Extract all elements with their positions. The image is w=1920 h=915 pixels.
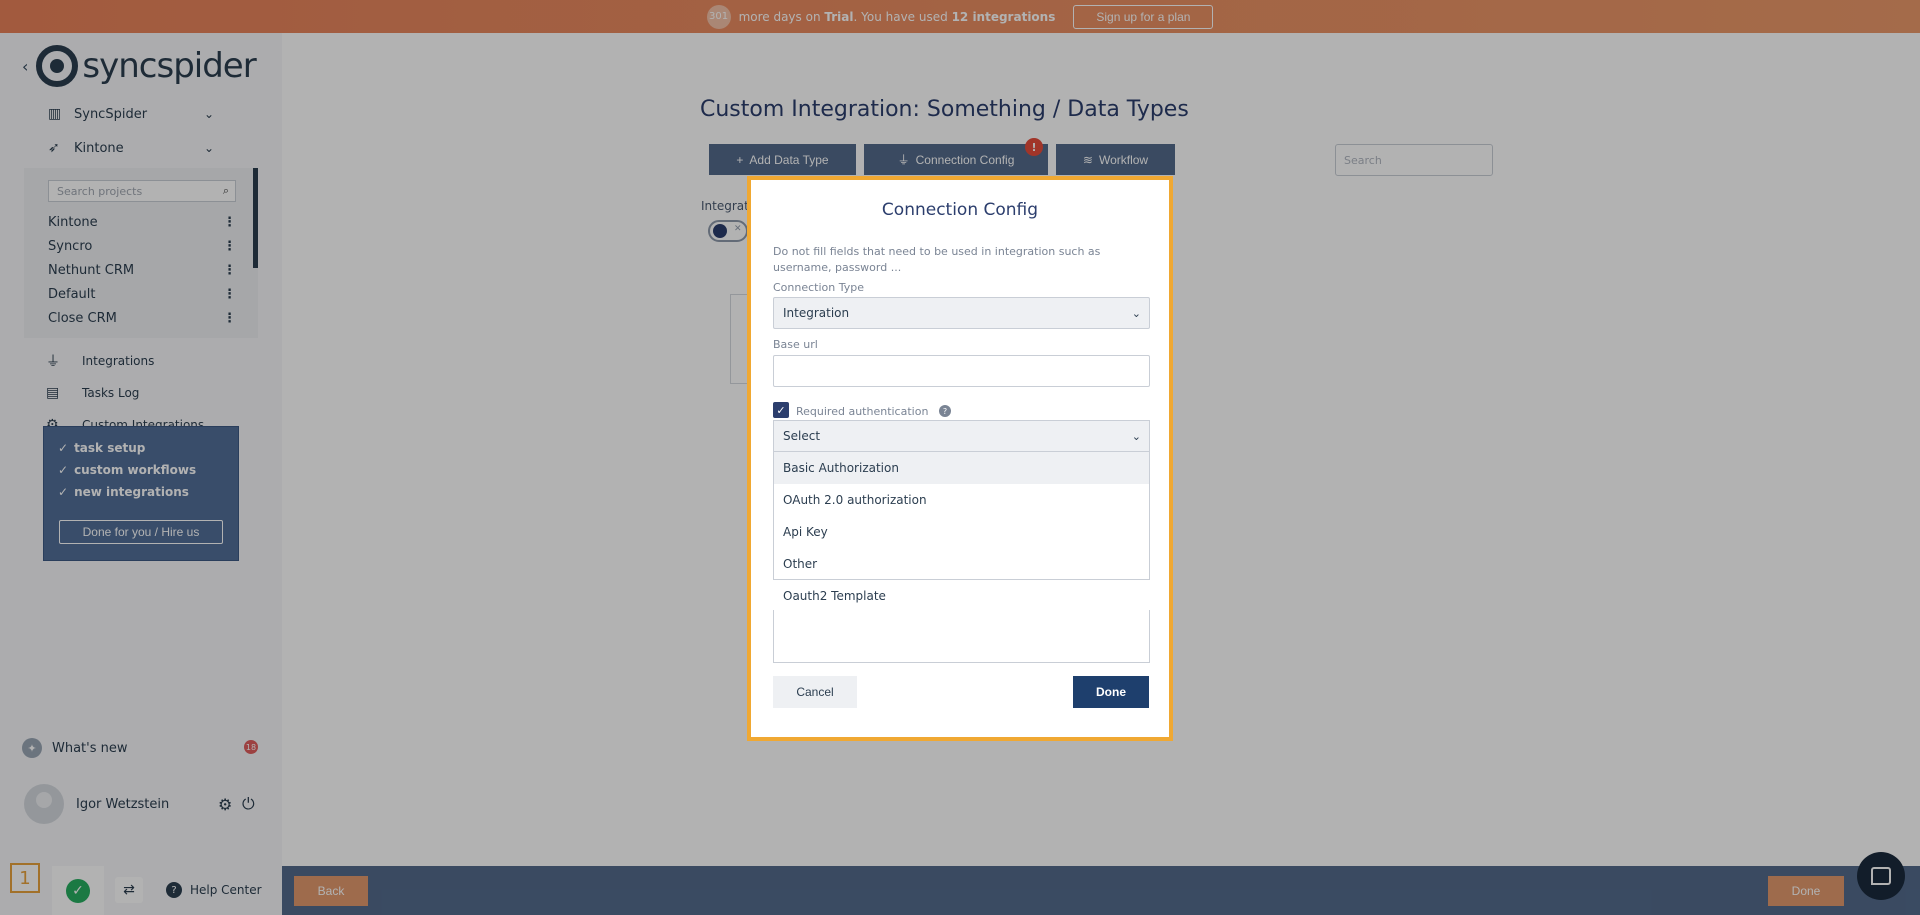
auth-option[interactable]: OAuth 2.0 authorization <box>774 484 1149 516</box>
connection-type-value: Integration <box>783 306 850 320</box>
base-url-input[interactable] <box>773 355 1150 387</box>
auth-option[interactable]: Other <box>774 548 1149 580</box>
chevron-down-icon: ⌄ <box>1131 306 1141 320</box>
connection-type-select[interactable]: Integration ⌄ <box>773 297 1150 329</box>
auth-option[interactable]: Oauth2 Template <box>774 580 1149 612</box>
modal-note: Do not fill fields that need to be used … <box>773 245 1101 274</box>
auth-type-value: Select <box>783 429 821 443</box>
help-icon[interactable]: ? <box>939 405 951 417</box>
done-button[interactable]: Done <box>1073 676 1149 708</box>
connection-config-modal: Connection Config Do not fill fields tha… <box>747 176 1173 741</box>
auth-type-select[interactable]: Select ⌄ <box>773 420 1150 452</box>
auth-option[interactable]: Api Key <box>774 516 1149 548</box>
auth-type-dropdown: Basic Authorization OAuth 2.0 authorizat… <box>773 452 1150 603</box>
base-url-label: Base url <box>773 338 818 351</box>
connection-type-label: Connection Type <box>773 281 865 294</box>
required-auth-checkbox[interactable]: ✓ <box>773 402 789 418</box>
cancel-button[interactable]: Cancel <box>773 676 857 708</box>
auth-option[interactable]: Basic Authorization <box>774 452 1149 484</box>
auth-details-textarea[interactable] <box>773 610 1150 663</box>
required-auth-label: Required authentication <box>796 405 929 418</box>
modal-title: Connection Config <box>881 200 1039 220</box>
chevron-down-icon: ⌄ <box>1131 429 1141 443</box>
